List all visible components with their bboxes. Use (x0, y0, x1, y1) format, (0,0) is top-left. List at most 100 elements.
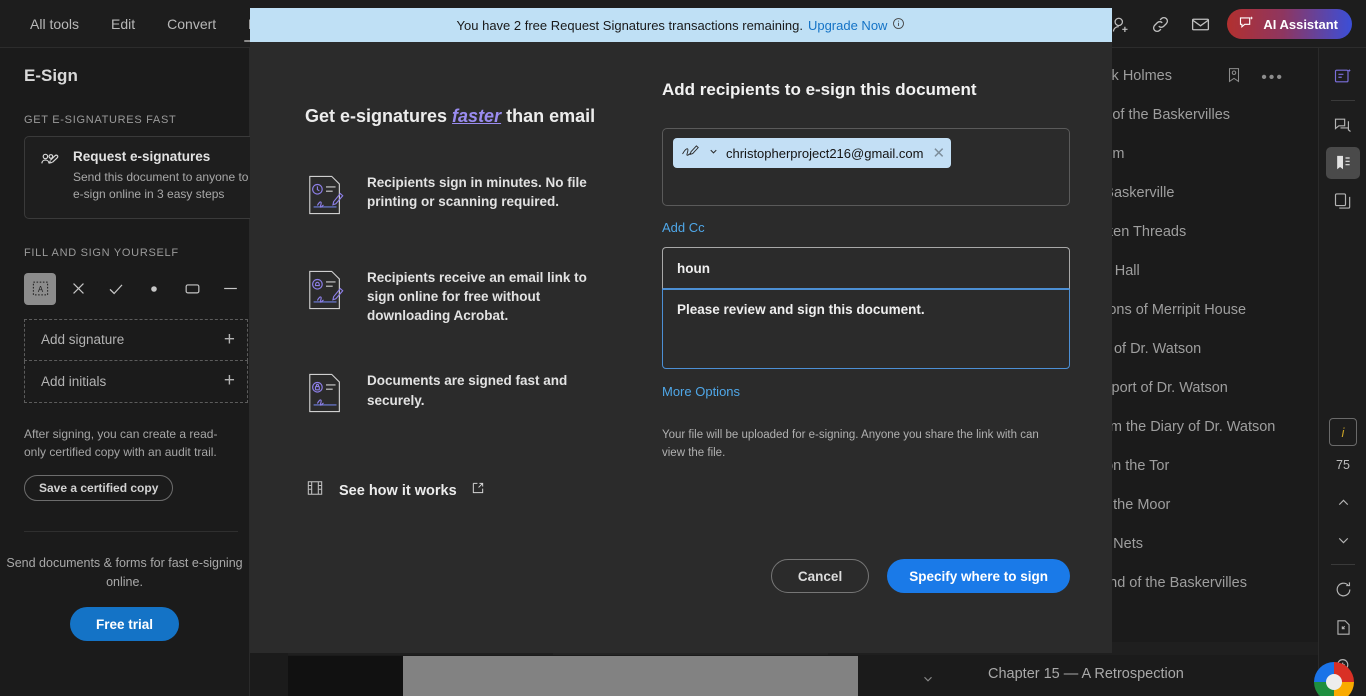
tab-edit[interactable]: Edit (95, 0, 151, 48)
free-trial-text: Send documents & forms for fast e-signin… (6, 555, 243, 589)
doc-clock-sign-icon (305, 173, 347, 222)
add-signature-label: Add signature (41, 332, 125, 348)
page-content-block (403, 656, 858, 696)
fit-page-icon[interactable] (1326, 611, 1360, 643)
info-icon[interactable] (892, 17, 905, 33)
chevron-up-icon[interactable] (1326, 486, 1360, 518)
chrome-logo-icon (1314, 662, 1354, 696)
bookmark-item[interactable]: from the Diary of Dr. Watson (1087, 407, 1318, 446)
link-icon[interactable] (1147, 11, 1173, 37)
add-initials-row[interactable]: Add initials + (24, 360, 248, 403)
page-title: E-Sign (24, 66, 78, 85)
bookmark-item[interactable]: he Nets (1087, 524, 1318, 563)
pages-icon[interactable] (1326, 185, 1360, 217)
external-link-icon (471, 481, 485, 500)
svg-text:A: A (37, 285, 43, 294)
upgrade-now-link[interactable]: Upgrade Now (808, 18, 888, 33)
promo-banner: You have 2 free Request Signatures trans… (250, 8, 1112, 42)
bookmark-item[interactable]: se of the Baskervilles (1087, 95, 1318, 134)
see-how-it-works-link[interactable]: See how it works (305, 478, 604, 503)
feature-text: Recipients sign in minutes. No file prin… (367, 175, 587, 210)
top-right-actions: AI Assistant (1107, 0, 1358, 48)
rail-divider (1331, 564, 1355, 565)
bookmark-item[interactable]: on the Moor (1087, 485, 1318, 524)
promo-headline-after: than email (501, 106, 596, 126)
check-mark-tool[interactable] (100, 273, 132, 305)
recipients-input[interactable]: christopherproject216@gmail.com ✕ (662, 128, 1070, 206)
envelope-icon[interactable] (1187, 11, 1213, 37)
bookmark-item[interactable]: roken Threads (1087, 212, 1318, 251)
signer-icon (681, 143, 701, 163)
message-textarea[interactable] (662, 289, 1070, 369)
promo-headline-emphasis: faster (452, 106, 502, 126)
feature-item: Recipients sign in minutes. No file prin… (305, 173, 604, 222)
ai-assistant-button[interactable]: AI Assistant (1227, 9, 1352, 39)
bookmark-item[interactable]: y Baskerville (1087, 173, 1318, 212)
request-signatures-modal: Get e-signatures faster than email Recip… (250, 8, 1112, 653)
comment-icon[interactable] (1326, 109, 1360, 141)
add-signature-row[interactable]: Add signature + (24, 318, 248, 361)
add-initials-label: Add initials (41, 373, 107, 389)
e-sign-sidebar: E-Sign GET E-SIGNATURES FAST Request e-s… (0, 48, 272, 696)
promo-banner-text: You have 2 free Request Signatures trans… (456, 17, 803, 33)
tab-convert[interactable]: Convert (151, 0, 232, 48)
rail-divider (1330, 100, 1355, 101)
cross-mark-tool[interactable] (62, 273, 94, 305)
recipient-chip[interactable]: christopherproject216@gmail.com ✕ (673, 138, 952, 168)
tab-all-tools[interactable]: All tools (14, 0, 95, 48)
modal-actions: Cancel Specify where to sign (770, 559, 1070, 593)
free-trial-button[interactable]: Free trial (69, 607, 180, 642)
save-certified-copy-button[interactable]: Save a certified copy (24, 474, 174, 501)
fill-tool-row: A (0, 269, 249, 305)
feature-text: Recipients receive an email link to sign… (367, 270, 587, 324)
subject-input[interactable] (662, 247, 1070, 289)
plus-icon: + (223, 370, 235, 392)
line-tool[interactable] (214, 273, 246, 305)
feature-item: Recipients receive an email link to sign… (305, 268, 604, 325)
request-card-description: Send this document to anyone to e-sign o… (73, 170, 249, 202)
bookmark-item[interactable]: n on the Tor (1087, 446, 1318, 485)
close-icon[interactable]: ✕ (932, 144, 945, 162)
plus-icon: + (223, 328, 235, 350)
text-box-tool[interactable]: A (24, 272, 56, 305)
chapter-label: Chapter 15 — A Retrospection (988, 666, 1184, 682)
doc-lock-sign-icon (305, 371, 347, 420)
more-options-link[interactable]: More Options (662, 384, 740, 399)
bookmark-icon[interactable] (1325, 147, 1360, 179)
sidebar-divider (24, 530, 238, 532)
section-get-signatures-fast: GET E-SIGNATURES FAST (24, 114, 177, 126)
request-e-signatures-card[interactable]: Request e-signatures Send this document … (24, 136, 272, 219)
info-button[interactable]: i (1329, 418, 1357, 446)
bookmark-item[interactable]: ound of the Baskervilles (1087, 563, 1318, 602)
chevron-down-icon[interactable] (921, 672, 935, 691)
chevron-down-icon[interactable] (1326, 524, 1360, 556)
rotate-icon[interactable] (1326, 573, 1360, 605)
bookmark-item[interactable]: ille Hall (1087, 251, 1318, 290)
dot-tool[interactable] (138, 273, 170, 305)
chevron-down-icon[interactable] (708, 144, 719, 162)
doc-bell-sign-icon (305, 268, 347, 317)
promo-headline-before: Get e-signatures (305, 106, 453, 126)
bookmark-item[interactable]: Report of Dr. Watson (1087, 368, 1318, 407)
feature-text: Documents are signed fast and securely. (367, 373, 568, 408)
bookmark-item[interactable]: blem (1087, 134, 1318, 173)
bookmark-item[interactable]: letons of Merripit House (1087, 290, 1318, 329)
feature-item: Documents are signed fast and securely. (305, 371, 604, 420)
bookmark-item[interactable]: lock Holmes (1087, 56, 1318, 95)
bookmark-list: lock Holmes se of the Baskervilles blem … (1087, 48, 1318, 648)
ai-document-icon[interactable] (1326, 60, 1360, 92)
add-cc-link[interactable]: Add Cc (662, 220, 705, 235)
ai-sparkle-icon (1238, 14, 1255, 34)
page-number: 75 (1336, 458, 1350, 472)
cancel-button[interactable]: Cancel (770, 559, 870, 593)
right-rail: i 75 (1318, 48, 1366, 696)
bookmark-item[interactable]: ort of Dr. Watson (1087, 329, 1318, 368)
request-signatures-icon (39, 149, 61, 204)
rectangle-tool[interactable] (176, 273, 208, 305)
modal-title: Add recipients to e-sign this document (662, 80, 977, 99)
page-left-margin (288, 656, 403, 696)
modal-promo-panel: Get e-signatures faster than email Recip… (250, 8, 634, 653)
modal-form-panel: Add recipients to e-sign this document c… (634, 8, 1112, 653)
audit-trail-note: After signing, you can create a read-onl… (24, 426, 218, 459)
specify-where-to-sign-button[interactable]: Specify where to sign (887, 559, 1070, 593)
